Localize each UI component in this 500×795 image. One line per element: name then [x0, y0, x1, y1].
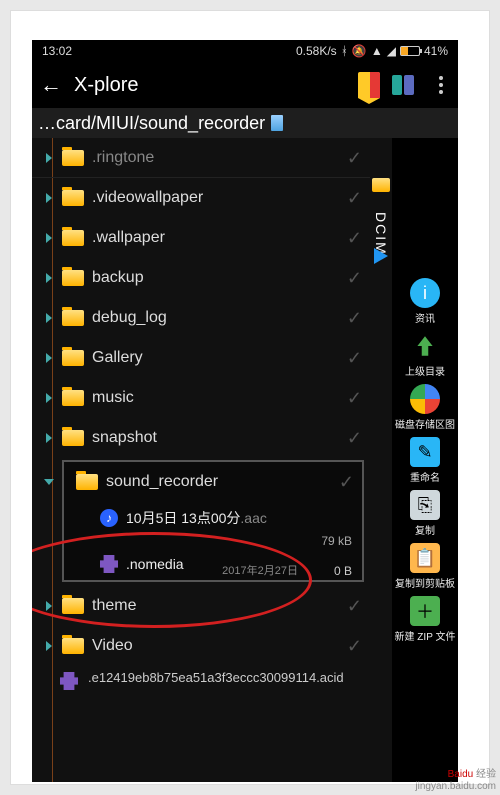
folder-icon [62, 270, 84, 286]
breadcrumb[interactable]: …card/MIUI/sound_recorder [32, 108, 458, 138]
plugin-icon [60, 672, 78, 690]
folder-icon [62, 598, 84, 614]
rail-info[interactable]: i资讯 [410, 278, 440, 325]
copy-icon: ⎘ [410, 490, 440, 520]
toolbar: ← X-plore [32, 62, 458, 108]
folder-icon [62, 230, 84, 246]
file-size: 79 kB [321, 534, 352, 548]
nomedia-item[interactable]: .nomedia 2017年2月27日 0 B [64, 548, 362, 580]
mute-icon: 🔕 [352, 44, 367, 58]
audio-file-item[interactable]: ♪ 10月5日 13点00分.aac 79 kB [64, 502, 362, 534]
folder-icon [62, 638, 84, 654]
file-name: .nomedia [126, 556, 184, 572]
folder-icon [62, 150, 84, 166]
file-size: 0 B [334, 564, 352, 578]
check-icon[interactable]: ✓ [347, 268, 362, 289]
folder-icon [62, 350, 84, 366]
rail-zip[interactable]: ＋新建 ZIP 文件 [395, 596, 456, 643]
long-file-item[interactable]: .e12419eb8b75ea51a3f3eccc30099114.acid [32, 666, 370, 689]
folder-icon [62, 430, 84, 446]
list-item[interactable]: backup✓ [32, 258, 370, 298]
list-item[interactable]: snapshot✓ [32, 418, 370, 458]
side-pane-tab[interactable]: DCIM [370, 138, 392, 782]
bookmark-icon[interactable] [358, 72, 380, 98]
file-ext: .aac [240, 510, 266, 526]
folder-icon [62, 390, 84, 406]
arrow-right-icon [374, 248, 388, 264]
rail-disk[interactable]: 磁盘存储区图 [395, 384, 455, 431]
list-item[interactable]: .ringtone✓ [32, 138, 370, 178]
info-icon: i [410, 278, 440, 308]
list-item[interactable]: music✓ [32, 378, 370, 418]
net-speed: 0.58K/s [296, 44, 337, 58]
check-icon[interactable]: ✓ [347, 188, 362, 209]
overflow-menu-button[interactable] [432, 76, 450, 94]
zip-icon: ＋ [410, 596, 440, 626]
up-arrow-icon [410, 331, 440, 361]
rail-copy[interactable]: ⎘复制 [410, 490, 440, 537]
list-item[interactable]: Video✓ [32, 626, 370, 666]
check-icon[interactable]: ✓ [339, 472, 354, 493]
audio-icon: ♪ [100, 509, 118, 527]
folder-icon [372, 178, 390, 192]
clipboard-icon: 📋 [410, 543, 440, 573]
check-icon[interactable]: ✓ [347, 308, 362, 329]
breadcrumb-path: …card/MIUI/sound_recorder [38, 113, 265, 134]
file-list: .ringtone✓ .videowallpaper✓ .wallpaper✓ … [32, 138, 370, 782]
app-title: X-plore [74, 74, 346, 97]
list-item-selected[interactable]: sound_recorder ✓ [64, 462, 362, 502]
clock: 13:02 [42, 44, 72, 58]
check-icon[interactable]: ✓ [347, 388, 362, 409]
watermark: Baidu 经验 jingyan.baidu.com [415, 769, 496, 793]
selected-folder-block: sound_recorder ✓ ♪ 10月5日 13点00分.aac 79 k… [62, 460, 364, 582]
rail-up[interactable]: 上级目录 [405, 331, 445, 378]
check-icon[interactable]: ✓ [347, 228, 362, 249]
list-item[interactable]: .wallpaper✓ [32, 218, 370, 258]
disk-chart-icon [410, 384, 440, 414]
battery-pct: 41% [424, 44, 448, 58]
status-bar: 13:02 0.58K/s ᚼ 🔕 ▲ ◢ 41% [32, 40, 458, 62]
sdcard-icon [271, 115, 283, 131]
list-item[interactable]: .videowallpaper✓ [32, 178, 370, 218]
battery-icon [400, 46, 420, 56]
file-name: 10月5日 13点00分 [126, 508, 240, 528]
back-button[interactable]: ← [40, 72, 62, 98]
rail-rename[interactable]: ✎重命名 [410, 437, 440, 484]
wifi-icon: ▲ [371, 44, 383, 58]
list-item[interactable]: theme✓ [32, 586, 370, 626]
signal-icon: ◢ [387, 44, 396, 58]
check-icon[interactable]: ✓ [347, 428, 362, 449]
action-rail: i资讯 上级目录 磁盘存储区图 ✎重命名 ⎘复制 📋复制到剪贴板 ＋新建 ZIP… [392, 138, 458, 782]
list-item[interactable]: Gallery✓ [32, 338, 370, 378]
folder-icon [76, 474, 98, 490]
folder-icon [62, 310, 84, 326]
pencil-icon: ✎ [410, 437, 440, 467]
check-icon[interactable]: ✓ [347, 348, 362, 369]
file-date: 2017年2月27日 [222, 562, 298, 578]
bluetooth-icon: ᚼ [341, 44, 348, 58]
list-item[interactable]: debug_log✓ [32, 298, 370, 338]
check-icon[interactable]: ✓ [347, 148, 362, 169]
swap-panes-button[interactable] [392, 75, 420, 95]
check-icon[interactable]: ✓ [347, 636, 362, 657]
file-name: .e12419eb8b75ea51a3f3eccc30099114.acid [88, 670, 344, 685]
plugin-icon [100, 555, 118, 573]
rail-clipboard[interactable]: 📋复制到剪贴板 [395, 543, 455, 590]
folder-icon [62, 190, 84, 206]
check-icon[interactable]: ✓ [347, 596, 362, 617]
